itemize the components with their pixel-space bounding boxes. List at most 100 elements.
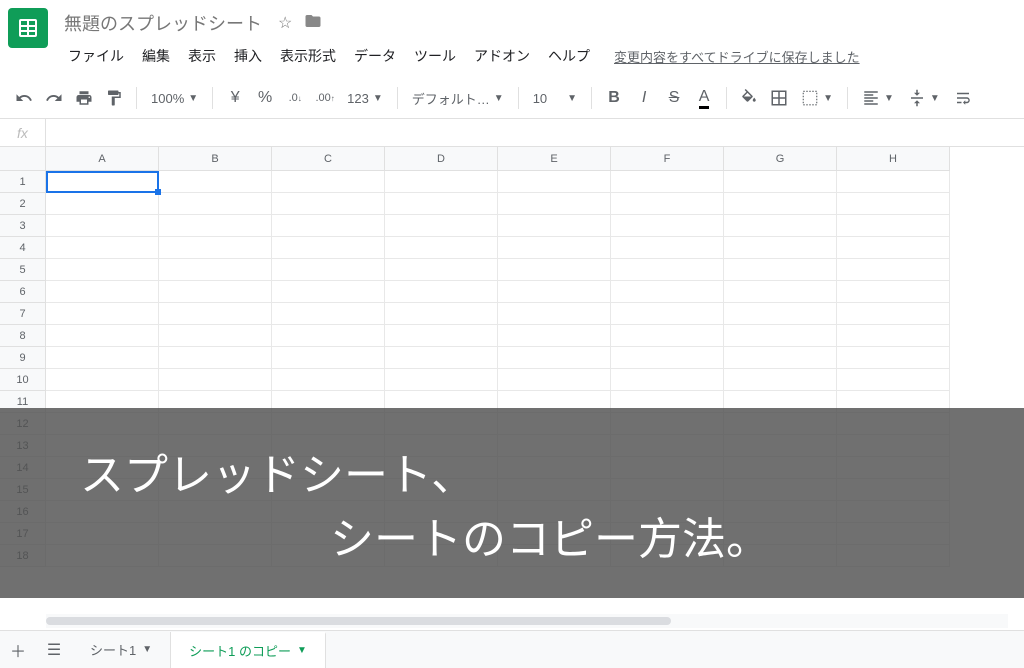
row-header[interactable]: 10 xyxy=(0,369,46,391)
undo-button[interactable] xyxy=(10,84,38,112)
cell[interactable] xyxy=(611,193,724,215)
column-header[interactable]: H xyxy=(837,147,950,171)
cell[interactable] xyxy=(724,171,837,193)
cell[interactable] xyxy=(724,237,837,259)
row-header[interactable]: 4 xyxy=(0,237,46,259)
star-icon[interactable]: ☆ xyxy=(278,13,292,33)
merge-cells-button[interactable]: ▼ xyxy=(795,84,839,112)
row-header[interactable]: 5 xyxy=(0,259,46,281)
cell[interactable] xyxy=(498,347,611,369)
cell[interactable] xyxy=(159,325,272,347)
cell[interactable] xyxy=(46,237,159,259)
cell[interactable] xyxy=(46,369,159,391)
cell[interactable] xyxy=(159,369,272,391)
paint-format-button[interactable] xyxy=(100,84,128,112)
scrollbar-thumb[interactable] xyxy=(46,617,671,625)
sheet-tab-2[interactable]: シート1 のコピー ▼ xyxy=(171,632,326,668)
cell[interactable] xyxy=(272,325,385,347)
cell[interactable] xyxy=(272,215,385,237)
bold-button[interactable]: B xyxy=(600,84,628,112)
currency-button[interactable]: ¥ xyxy=(221,84,249,112)
cell[interactable] xyxy=(46,303,159,325)
menu-insert[interactable]: 挿入 xyxy=(226,42,270,70)
cell[interactable] xyxy=(837,215,950,237)
cell[interactable] xyxy=(272,281,385,303)
cell[interactable] xyxy=(159,215,272,237)
cell[interactable] xyxy=(498,171,611,193)
column-header[interactable]: G xyxy=(724,147,837,171)
cell[interactable] xyxy=(159,237,272,259)
menu-data[interactable]: データ xyxy=(346,42,404,70)
cell[interactable] xyxy=(498,325,611,347)
cell[interactable] xyxy=(46,215,159,237)
column-header[interactable]: F xyxy=(611,147,724,171)
cell[interactable] xyxy=(498,193,611,215)
cell[interactable] xyxy=(385,237,498,259)
doc-title[interactable]: 無題のスプレッドシート xyxy=(60,8,266,38)
cell[interactable] xyxy=(611,303,724,325)
cell[interactable] xyxy=(498,369,611,391)
row-header[interactable]: 6 xyxy=(0,281,46,303)
cell[interactable] xyxy=(724,303,837,325)
decrease-decimal-button[interactable]: .0↓ xyxy=(281,84,309,112)
cell[interactable] xyxy=(498,303,611,325)
font-select[interactable]: デフォルト…▼ xyxy=(406,84,510,112)
cell[interactable] xyxy=(611,215,724,237)
cell[interactable] xyxy=(837,325,950,347)
h-align-button[interactable]: ▼ xyxy=(856,84,900,112)
sheet-tab-1[interactable]: シート1 ▼ xyxy=(72,632,171,668)
cell[interactable] xyxy=(724,215,837,237)
select-all-corner[interactable] xyxy=(0,147,46,171)
cell[interactable] xyxy=(46,171,159,193)
row-header[interactable]: 3 xyxy=(0,215,46,237)
cell[interactable] xyxy=(46,325,159,347)
font-size-select[interactable]: 10▼ xyxy=(527,84,583,112)
cell[interactable] xyxy=(46,281,159,303)
cell[interactable] xyxy=(272,303,385,325)
cell[interactable] xyxy=(272,193,385,215)
cell[interactable] xyxy=(159,347,272,369)
cell[interactable] xyxy=(46,259,159,281)
cell[interactable] xyxy=(159,171,272,193)
italic-button[interactable]: I xyxy=(630,84,658,112)
cell[interactable] xyxy=(272,259,385,281)
save-status[interactable]: 変更内容をすべてドライブに保存しました xyxy=(614,47,860,66)
borders-button[interactable] xyxy=(765,84,793,112)
cell[interactable] xyxy=(272,171,385,193)
row-header[interactable]: 7 xyxy=(0,303,46,325)
sheets-logo[interactable] xyxy=(8,8,48,48)
menu-addons[interactable]: アドオン xyxy=(466,42,538,70)
cell[interactable] xyxy=(837,237,950,259)
formula-input[interactable] xyxy=(46,119,1024,146)
cell[interactable] xyxy=(837,347,950,369)
row-header[interactable]: 8 xyxy=(0,325,46,347)
menu-help[interactable]: ヘルプ xyxy=(540,42,598,70)
cell[interactable] xyxy=(611,259,724,281)
text-color-button[interactable]: A xyxy=(690,84,718,112)
cell[interactable] xyxy=(385,171,498,193)
cell[interactable] xyxy=(724,281,837,303)
cell[interactable] xyxy=(385,369,498,391)
cell[interactable] xyxy=(611,369,724,391)
fill-color-button[interactable] xyxy=(735,84,763,112)
increase-decimal-button[interactable]: .00↑ xyxy=(311,84,339,112)
folder-icon[interactable] xyxy=(304,12,322,35)
row-header[interactable]: 1 xyxy=(0,171,46,193)
v-align-button[interactable]: ▼ xyxy=(902,84,946,112)
cell[interactable] xyxy=(385,303,498,325)
cell[interactable] xyxy=(385,193,498,215)
cell[interactable] xyxy=(272,237,385,259)
cell[interactable] xyxy=(724,347,837,369)
cell[interactable] xyxy=(498,259,611,281)
menu-tools[interactable]: ツール xyxy=(406,42,464,70)
cell[interactable] xyxy=(724,369,837,391)
cell[interactable] xyxy=(837,259,950,281)
cell[interactable] xyxy=(46,347,159,369)
print-button[interactable] xyxy=(70,84,98,112)
all-sheets-button[interactable]: ☰ xyxy=(36,632,72,668)
column-header[interactable]: B xyxy=(159,147,272,171)
percent-button[interactable]: % xyxy=(251,84,279,112)
zoom-select[interactable]: 100%▼ xyxy=(145,84,204,112)
cell[interactable] xyxy=(611,325,724,347)
cell[interactable] xyxy=(837,193,950,215)
